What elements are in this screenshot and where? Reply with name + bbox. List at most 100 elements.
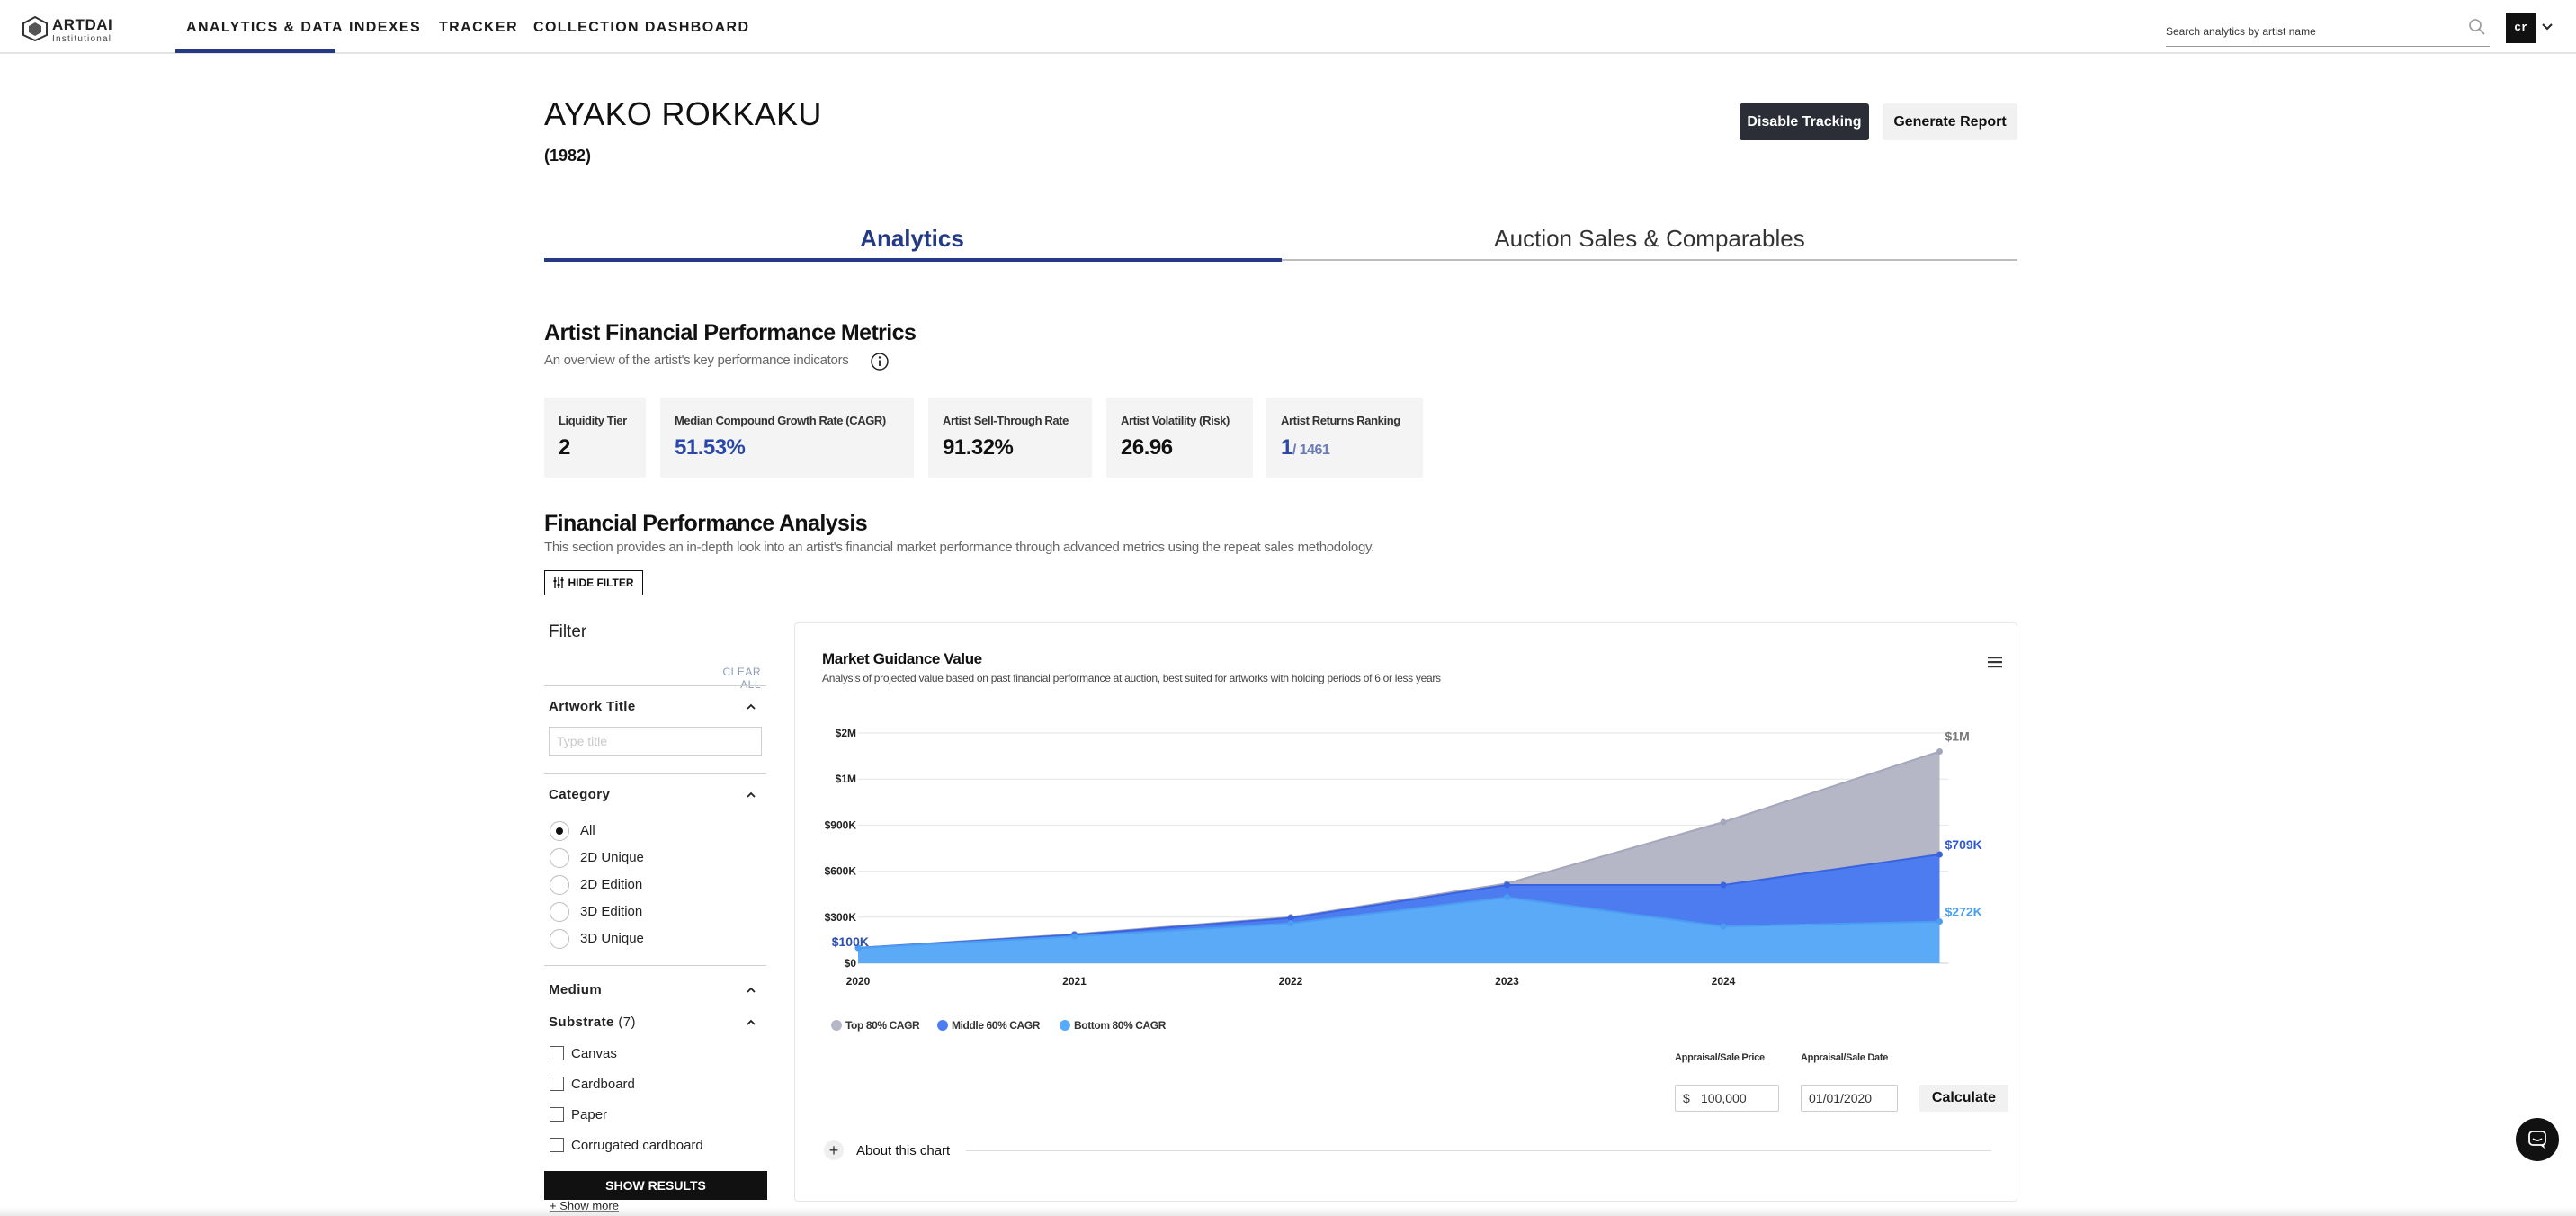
info-icon[interactable] (870, 352, 890, 371)
about-chart-toggle[interactable]: + About this chart (824, 1140, 1993, 1162)
brand-logo[interactable]: ARTDAI Institutional (22, 13, 121, 44)
filter-divider (544, 685, 766, 686)
data-point (1936, 918, 1943, 925)
legend-label: Top 80% CAGR (845, 1019, 920, 1032)
radio-button[interactable] (550, 848, 569, 868)
page-bottom-fade (0, 1207, 2576, 1216)
checkbox[interactable] (550, 1046, 564, 1060)
tab-auction-sales[interactable]: Auction Sales & Comparables (1282, 225, 2017, 253)
checkbox[interactable] (550, 1107, 564, 1122)
hide-filter-button[interactable]: HIDE FILTER (544, 570, 643, 595)
metrics-section-title: Artist Financial Performance Metrics (544, 320, 917, 345)
filter-divider (544, 773, 766, 774)
checkbox-label: Canvas (571, 1046, 617, 1061)
analysis-section-subtitle: This section provides an in-depth look i… (544, 540, 1374, 555)
metric-card-returns-ranking: Artist Returns Ranking 1/ 1461 (1266, 398, 1423, 478)
radio-label: 3D Unique (580, 931, 644, 946)
category-group[interactable]: Category (549, 787, 610, 802)
radio-button[interactable] (550, 929, 569, 949)
search-icon[interactable] (2466, 16, 2488, 38)
show-results-button[interactable]: SHOW RESULTS (544, 1171, 767, 1200)
checkbox[interactable] (550, 1138, 564, 1152)
disable-tracking-button[interactable]: Disable Tracking (1740, 103, 1869, 140)
sliders-icon (553, 577, 564, 588)
filter-divider (544, 965, 766, 966)
price-input[interactable] (1701, 1089, 1773, 1107)
y-tick-label: $600K (825, 865, 857, 878)
logo-mark-icon (22, 16, 48, 41)
metric-value: 26.96 (1121, 435, 1173, 460)
top-navigation: ARTDAI Institutional ANALYTICS & DATA IN… (0, 0, 2576, 54)
metric-value: 2 (559, 435, 570, 460)
y-tick-label: $900K (825, 818, 857, 831)
ranking-total: / 1461 (1292, 443, 1330, 458)
chat-icon (2528, 1131, 2546, 1149)
series-end-label: $709K (1945, 837, 1982, 852)
chevron-up-icon[interactable] (745, 789, 757, 801)
y-tick-label: $0 (845, 957, 857, 970)
radio-label: 2D Edition (580, 877, 643, 892)
series-end-label: $272K (1945, 905, 1982, 919)
metric-label: Artist Returns Ranking (1281, 414, 1400, 427)
data-point (1287, 920, 1294, 927)
radio-button[interactable] (550, 821, 569, 841)
chat-button[interactable] (2516, 1118, 2559, 1161)
nav-analytics-data[interactable]: ANALYTICS & DATA (186, 20, 344, 36)
y-tick-label: $300K (825, 911, 857, 924)
data-point (1720, 923, 1727, 930)
series-start-label: $100K (832, 934, 869, 949)
data-point (1504, 881, 1510, 889)
radio-button[interactable] (550, 875, 569, 895)
x-tick-label: 2021 (1062, 975, 1087, 988)
radio-label: 3D Edition (580, 904, 643, 919)
series-end-label: $1M (1945, 729, 1970, 743)
legend-label: Middle 60% CAGR (952, 1019, 1041, 1032)
chevron-down-icon[interactable] (2540, 20, 2554, 34)
artwork-title-group[interactable]: Artwork Title (549, 699, 636, 714)
legend-swatch (831, 1020, 842, 1031)
metric-card-volatility: Artist Volatility (Risk) 26.96 (1106, 398, 1253, 478)
search-input[interactable] (2166, 22, 2454, 41)
chevron-up-icon[interactable] (745, 701, 757, 713)
substrate-group[interactable]: Substrate (7) (549, 1015, 636, 1030)
calculate-button[interactable]: Calculate (1919, 1085, 2008, 1112)
plus-icon[interactable]: + (824, 1140, 844, 1160)
data-point (1071, 933, 1078, 940)
metric-value: 51.53% (675, 435, 746, 460)
y-tick-label: $1M (836, 773, 856, 785)
tab-analytics[interactable]: Analytics (544, 225, 1280, 253)
medium-group[interactable]: Medium (549, 982, 602, 997)
metric-label: Artist Sell-Through Rate (943, 414, 1069, 427)
metric-label: Median Compound Growth Rate (CAGR) (675, 414, 886, 427)
artist-name: AYAKO ROKKAKU (544, 95, 822, 132)
substrate-label: Substrate (549, 1015, 614, 1030)
data-point (1936, 851, 1943, 858)
checkbox-label: Corrugated cardboard (571, 1138, 703, 1153)
date-field (1801, 1085, 1898, 1112)
price-label: Appraisal/Sale Price (1675, 1052, 1765, 1063)
x-tick-label: 2023 (1495, 975, 1519, 988)
chevron-up-icon[interactable] (745, 984, 757, 997)
menu-icon[interactable] (1986, 653, 2004, 671)
metric-card-median-cagr: Median Compound Growth Rate (CAGR) 51.53… (660, 398, 914, 478)
about-chart-label: About this chart (856, 1143, 951, 1158)
filter-title: Filter (549, 622, 587, 641)
user-avatar[interactable]: cr (2506, 13, 2536, 43)
analysis-section-title: Financial Performance Analysis (544, 511, 868, 536)
currency-symbol: $ (1683, 1091, 1690, 1105)
radio-button[interactable] (550, 902, 569, 922)
date-input[interactable] (1809, 1089, 1894, 1107)
nav-collection-dashboard[interactable]: COLLECTION DASHBOARD (533, 20, 749, 36)
clear-all-link[interactable]: CLEAR ALL (702, 666, 761, 691)
date-label: Appraisal/Sale Date (1801, 1052, 1889, 1063)
metric-label: Liquidity Tier (559, 414, 627, 427)
legend-label: Bottom 80% CAGR (1074, 1019, 1167, 1032)
nav-indexes[interactable]: INDEXES (349, 20, 421, 36)
artwork-title-input[interactable] (549, 727, 762, 756)
generate-report-button[interactable]: Generate Report (1883, 103, 2017, 140)
nav-tracker[interactable]: TRACKER (439, 20, 518, 36)
checkbox[interactable] (550, 1077, 564, 1091)
artist-search (2166, 16, 2490, 47)
chevron-up-icon[interactable] (745, 1016, 757, 1029)
substrate-count: (7) (618, 1015, 636, 1030)
